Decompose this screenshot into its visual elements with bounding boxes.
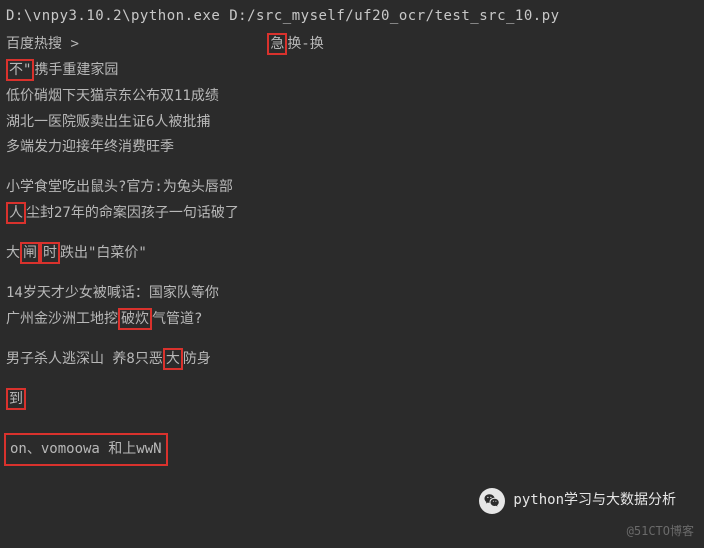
line-11: 到 — [6, 387, 698, 413]
brand-badge: python学习与大数据分析 — [479, 488, 676, 514]
highlight-box: 大 — [163, 348, 183, 370]
text: 男子杀人逃深山 养8只恶 — [6, 351, 163, 367]
line-8: 14岁天才少女被喊话：国家队等你 — [6, 281, 698, 307]
swap-text: 换-换 — [287, 36, 323, 52]
line-9: 广州金沙洲工地挖破炊气管道? — [6, 307, 698, 333]
watermark: @51CTO博客 — [627, 520, 694, 542]
text: 广州金沙洲工地挖 — [6, 311, 118, 327]
highlight-box: 到 — [6, 388, 26, 410]
line-5: 小学食堂吃出鼠头?官方:为兔头唇部 — [6, 175, 698, 201]
wechat-icon — [479, 488, 505, 514]
text: on、vomoowa 和上wwN — [10, 441, 162, 457]
bottom-highlight-bar: on、vomoowa 和上wwN — [4, 433, 168, 467]
text: 尘封27年的命案因孩子一句话破了 — [26, 205, 239, 221]
line-10: 男子杀人逃深山 养8只恶大防身 — [6, 347, 698, 373]
highlight-box: 人 — [6, 202, 26, 224]
line-1: 不"携手重建家园 — [6, 58, 698, 84]
command-line: D:\vnpy3.10.2\python.exe D:/src_myself/u… — [6, 4, 698, 30]
hot-search-label: 百度热搜 — [6, 36, 62, 52]
text: 跌出"白菜价" — [60, 245, 147, 261]
arrow-icon: > — [70, 36, 78, 52]
console-output: D:\vnpy3.10.2\python.exe D:/src_myself/u… — [0, 0, 704, 466]
highlight-box: 不" — [6, 59, 34, 81]
header-row: 百度热搜 > 急换-换 — [6, 32, 698, 58]
highlight-box: 闸 — [20, 242, 40, 264]
text: 大 — [6, 245, 20, 261]
line-7: 大闸时跌出"白菜价" — [6, 241, 698, 267]
line-3: 湖北一医院贩卖出生证6人被批捕 — [6, 110, 698, 136]
text: 携手重建家园 — [34, 62, 118, 78]
line-4: 多端发力迎接年终消费旺季 — [6, 135, 698, 161]
swap-highlight: 急 — [267, 33, 287, 55]
highlight-box: 时 — [40, 242, 60, 264]
highlight-box: 破炊 — [118, 308, 152, 330]
line-2: 低价硝烟下天猫京东公布双11成绩 — [6, 84, 698, 110]
line-6: 人尘封27年的命案因孩子一句话破了 — [6, 201, 698, 227]
text: 防身 — [183, 351, 211, 367]
brand-text: python学习与大数据分析 — [513, 488, 676, 514]
text: 气管道? — [152, 311, 202, 327]
